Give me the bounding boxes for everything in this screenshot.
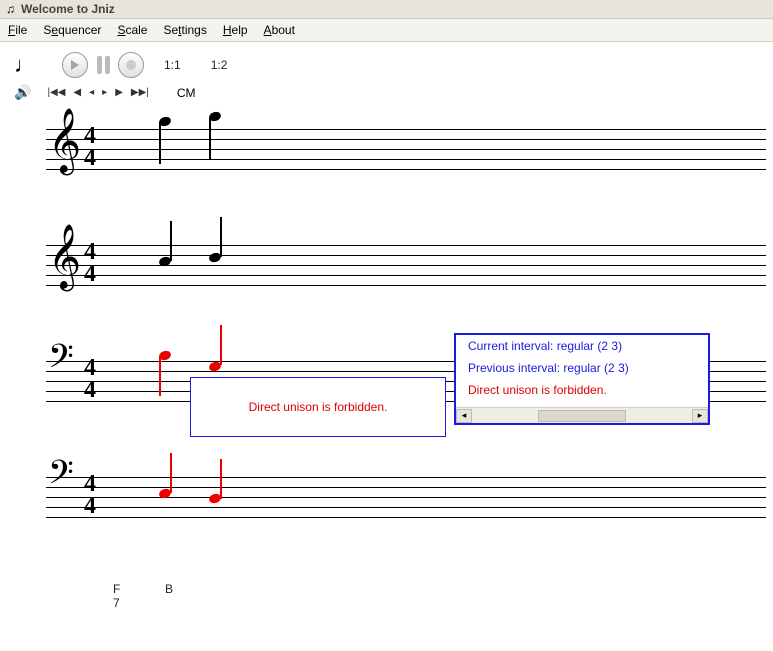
stave-2[interactable]: 𝄞 44 xyxy=(46,235,766,295)
forward-full-button[interactable]: ▶▶| xyxy=(129,87,151,98)
rewind-button[interactable]: ◀ xyxy=(71,87,83,98)
stave-4[interactable]: 𝄢 44 xyxy=(46,467,766,527)
treble-clef-icon: 𝄞 xyxy=(48,229,81,285)
bass-clef-icon: 𝄢 xyxy=(48,341,74,381)
time-signature: 44 xyxy=(84,358,96,402)
titlebar: ♫ Welcome to Jniz xyxy=(0,0,773,19)
volume-icon[interactable]: 🔊 xyxy=(14,84,31,101)
note-stem xyxy=(220,459,222,499)
note-stem xyxy=(209,117,211,159)
chord-label-2: B xyxy=(165,582,173,596)
menu-file[interactable]: File xyxy=(8,23,27,37)
menu-help[interactable]: Help xyxy=(223,23,248,37)
staff-lines xyxy=(46,477,766,527)
app-icon: ♫ xyxy=(6,2,15,16)
menubar: File Sequencer Scale Settings Help About xyxy=(0,19,773,42)
chord-root: F xyxy=(113,582,120,596)
staff-lines xyxy=(46,245,766,295)
pause-button[interactable] xyxy=(94,53,112,77)
time-signature: 44 xyxy=(84,126,96,170)
menu-sequencer[interactable]: Sequencer xyxy=(43,23,101,37)
panel-current-interval: Current interval: regular (2 3) xyxy=(456,335,708,357)
analysis-panel: Current interval: regular (2 3) Previous… xyxy=(454,333,710,425)
chord-quality: 7 xyxy=(113,596,120,610)
stave-1[interactable]: 𝄞 44 xyxy=(46,119,766,179)
note-value-icon[interactable]: ♩ xyxy=(14,52,36,78)
window-title: Welcome to Jniz xyxy=(21,2,115,16)
step-fwd-button[interactable]: ▸ xyxy=(100,87,109,98)
panel-scrollbar[interactable]: ◂ ▸ xyxy=(456,407,708,423)
key-label: CM xyxy=(177,86,196,100)
chord-root: B xyxy=(165,582,173,596)
menu-settings[interactable]: Settings xyxy=(163,23,206,37)
score-area[interactable]: 𝄞 44 𝄞 44 𝄢 44 𝄢 44 xyxy=(0,107,773,527)
scroll-right-button[interactable]: ▸ xyxy=(692,409,708,423)
chord-label-1: F 7 xyxy=(113,582,120,610)
position-2: 1:2 xyxy=(211,58,228,72)
transport-bar: 🔊 |◀◀ ◀ ◂ ▸ ▶ ▶▶| CM xyxy=(0,82,773,107)
panel-previous-interval: Previous interval: regular (2 3) xyxy=(456,357,708,379)
note-stem xyxy=(220,217,222,257)
panel-error: Direct unison is forbidden. xyxy=(456,379,708,401)
tooltip-text: Direct unison is forbidden. xyxy=(249,400,388,414)
scroll-track[interactable] xyxy=(472,409,692,423)
note-stem xyxy=(220,325,222,365)
scroll-thumb[interactable] xyxy=(538,410,626,422)
note-stem xyxy=(170,221,172,261)
time-signature: 44 xyxy=(84,242,96,286)
forward-button[interactable]: ▶ xyxy=(113,87,125,98)
note-stem xyxy=(159,122,161,164)
menu-scale[interactable]: Scale xyxy=(117,23,147,37)
note-stem xyxy=(159,356,161,396)
menu-about[interactable]: About xyxy=(264,23,295,37)
note-stem xyxy=(170,453,172,493)
bass-clef-icon: 𝄢 xyxy=(48,457,74,497)
rewind-full-button[interactable]: |◀◀ xyxy=(45,87,67,98)
treble-clef-icon: 𝄞 xyxy=(48,113,81,169)
record-button[interactable] xyxy=(118,52,144,78)
play-button[interactable] xyxy=(62,52,88,78)
position-1: 1:1 xyxy=(164,58,181,72)
toolbar: ♩ 1:1 1:2 xyxy=(0,42,773,82)
time-signature: 44 xyxy=(84,474,96,518)
staff-lines xyxy=(46,129,766,179)
step-back-button[interactable]: ◂ xyxy=(87,87,96,98)
error-tooltip: Direct unison is forbidden. xyxy=(190,377,446,437)
scroll-left-button[interactable]: ◂ xyxy=(456,409,472,423)
